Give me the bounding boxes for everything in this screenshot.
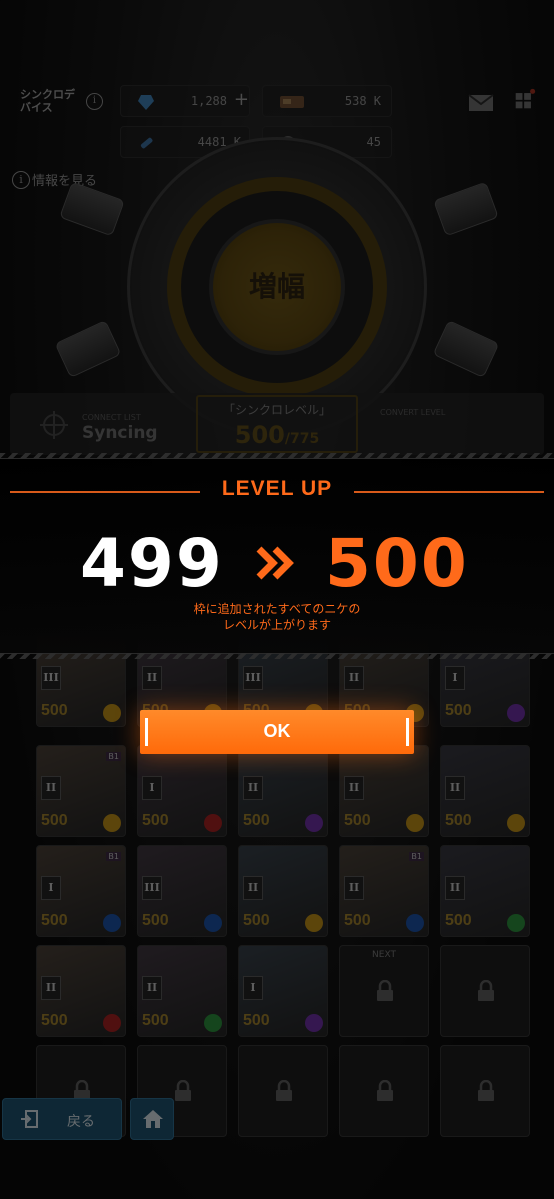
panel-hatch-top [0, 453, 554, 459]
ok-label: OK [263, 721, 291, 741]
level-up-panel: LEVEL UP 499 500 枠に追加されたすべてのニケの レベルが上がりま… [0, 453, 554, 659]
old-level: 499 [80, 525, 224, 602]
panel-hatch-bottom [0, 653, 554, 659]
level-up-description: 枠に追加されたすべてのニケの レベルが上がります [193, 602, 361, 632]
double-chevron-right-icon [256, 546, 294, 580]
sync-device-screen: シンクロデバイス i 1,288 + 538 K 4481 K [0, 0, 554, 1199]
level-up-title: LEVEL UP [221, 477, 333, 500]
ok-button[interactable]: OK [140, 710, 414, 754]
new-level: 500 [325, 525, 469, 602]
